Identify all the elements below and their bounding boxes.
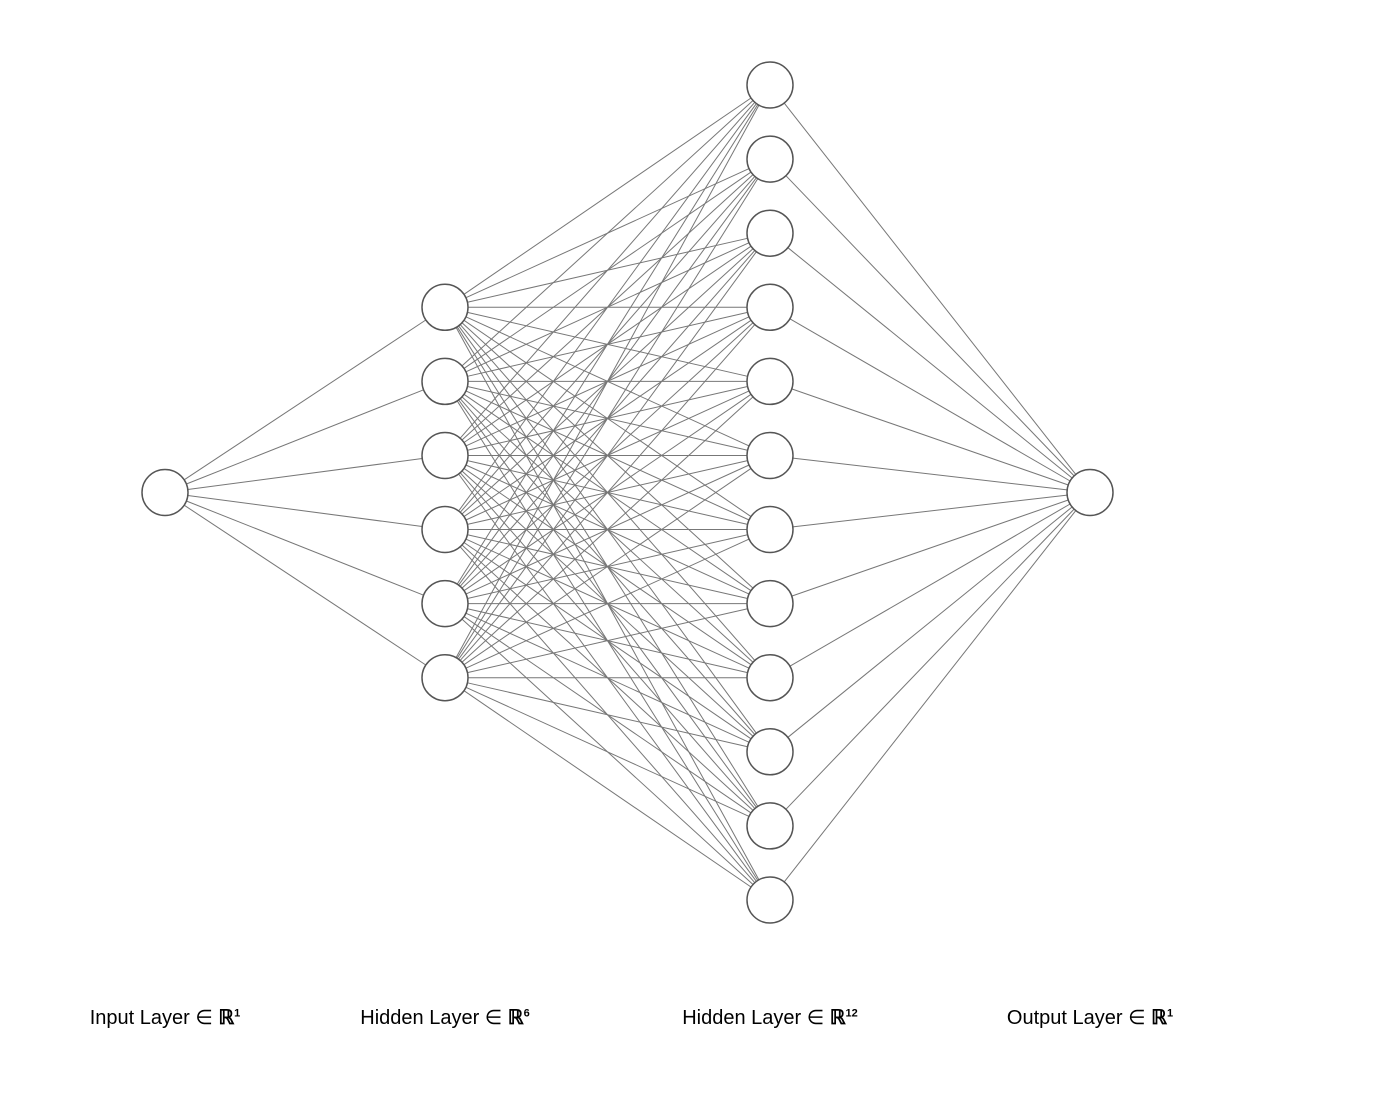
real-set-symbol: ℝ — [218, 1007, 234, 1029]
edge — [784, 511, 1076, 882]
neuron-layer2-n1 — [747, 136, 793, 182]
neuron-layer2-n5 — [747, 433, 793, 479]
neuron-layer1-n4 — [422, 581, 468, 627]
neuron-layer1-n1 — [422, 358, 468, 404]
real-set-symbol: ℝ — [830, 1007, 846, 1029]
neuron-layer2-n4 — [747, 358, 793, 404]
neuron-layer2-n2 — [747, 210, 793, 256]
layer-label-2: Hidden Layer ∈ ℝ12 — [682, 1005, 858, 1030]
edge — [186, 501, 423, 595]
neuron-layer2-n10 — [747, 803, 793, 849]
edge — [793, 458, 1067, 490]
neuron-layer2-n9 — [747, 729, 793, 775]
edge — [457, 105, 758, 585]
edge — [464, 691, 751, 887]
neuron-layer2-n3 — [747, 284, 793, 330]
neuron-layer2-n7 — [747, 581, 793, 627]
edge — [786, 176, 1074, 476]
edge — [792, 500, 1069, 596]
edge — [466, 687, 749, 816]
layer-dim: 6 — [524, 1007, 530, 1019]
edge — [464, 98, 751, 294]
real-set-symbol: ℝ — [508, 1007, 524, 1029]
neuron-layer1-n2 — [422, 433, 468, 479]
edge — [186, 390, 423, 484]
edge — [457, 179, 758, 659]
edge — [793, 495, 1067, 527]
edge — [786, 509, 1074, 809]
layer-dim: 1 — [1167, 1007, 1173, 1019]
neuron-layer3-n0 — [1067, 470, 1113, 516]
edge — [184, 505, 426, 665]
edge — [462, 101, 753, 366]
layer-label-prefix: Hidden Layer ∈ — [682, 1007, 830, 1029]
layer-label-prefix: Input Layer ∈ — [90, 1007, 219, 1029]
neuron-layer1-n3 — [422, 507, 468, 553]
layer-label-1: Hidden Layer ∈ ℝ6 — [360, 1005, 529, 1030]
layer-dim: 12 — [846, 1007, 858, 1019]
network-svg — [0, 0, 1394, 1096]
layer-label-prefix: Hidden Layer ∈ — [360, 1007, 508, 1029]
neuron-layer1-n5 — [422, 655, 468, 701]
edge — [188, 459, 422, 490]
edge — [790, 504, 1070, 666]
edge — [188, 496, 422, 527]
neuron-layer2-n0 — [747, 62, 793, 108]
neuron-layer2-n11 — [747, 877, 793, 923]
edge — [788, 248, 1072, 478]
layer-label-3: Output Layer ∈ ℝ1 — [1007, 1005, 1173, 1030]
edge — [784, 103, 1076, 474]
neuron-layer1-n0 — [422, 284, 468, 330]
edge — [460, 102, 755, 438]
layer-dim: 1 — [234, 1007, 240, 1019]
edge — [790, 319, 1070, 481]
edge — [184, 320, 426, 480]
layer-label-prefix: Output Layer ∈ — [1007, 1007, 1151, 1029]
neuron-layer0-n0 — [142, 470, 188, 516]
neuron-layer2-n6 — [747, 507, 793, 553]
edge — [788, 507, 1072, 737]
layer-label-0: Input Layer ∈ ℝ1 — [90, 1005, 241, 1030]
real-set-symbol: ℝ — [1151, 1007, 1167, 1029]
nodes-group — [142, 62, 1113, 923]
edges-group — [184, 98, 1076, 887]
edge — [792, 389, 1069, 485]
neuron-layer2-n8 — [747, 655, 793, 701]
